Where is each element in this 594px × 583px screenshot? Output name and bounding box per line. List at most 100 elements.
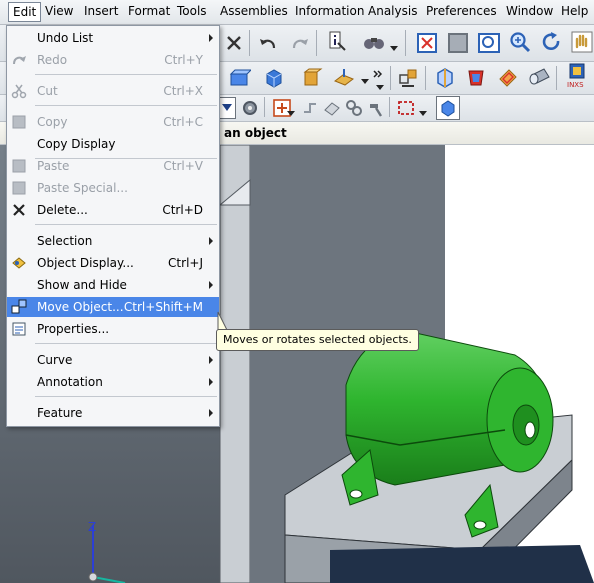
menu-item-label: Redo — [37, 53, 68, 67]
menu-item-feature[interactable]: Feature — [7, 403, 219, 423]
menu-preferences[interactable]: Preferences — [425, 4, 498, 18]
cube-feature-icon[interactable] — [262, 66, 286, 90]
hammer-icon[interactable] — [364, 96, 388, 120]
zoom-window-icon[interactable] — [446, 31, 470, 55]
menu-insert[interactable]: Insert — [83, 4, 119, 18]
eraser-icon[interactable] — [320, 96, 344, 120]
menu-item-shortcut: Ctrl+X — [163, 84, 203, 98]
redo-icon[interactable] — [288, 31, 312, 55]
tooltip: Moves or rotates selected objects. — [216, 329, 419, 351]
cylinder-icon[interactable] — [527, 66, 551, 90]
fit-view-icon[interactable] — [415, 31, 439, 55]
menu-item-label: Curve — [37, 353, 73, 367]
properties-icon — [11, 321, 27, 337]
menu-item-label: Cut — [37, 84, 58, 98]
menu-separator — [35, 396, 217, 397]
nx-export-icon[interactable]: INXS — [565, 63, 589, 89]
menu-assemblies[interactable]: Assemblies — [219, 4, 289, 18]
menu-item-label: Show and Hide — [37, 278, 127, 292]
menu-item-label: Undo List — [37, 31, 94, 45]
menu-item-label: Selection — [37, 234, 93, 248]
menu-item-undo-list[interactable]: Undo List — [7, 28, 219, 48]
menu-item-move-object[interactable]: Move Object... Ctrl+Shift+M — [7, 297, 219, 317]
toolbar-separator — [316, 30, 317, 56]
menu-item-label: Move Object... — [37, 300, 124, 314]
pan-hand-icon[interactable] — [570, 30, 594, 54]
snap-arrow-icon[interactable] — [298, 96, 322, 120]
cue-line-text: an object — [224, 126, 287, 140]
menu-item-label: Copy Display — [37, 137, 116, 151]
scissors-icon — [11, 83, 27, 99]
menu-item-shortcut: Ctrl+Y — [164, 53, 203, 67]
rotate-view-icon[interactable] — [539, 30, 563, 54]
menu-item-shortcut: Ctrl+D — [162, 203, 203, 217]
object-display-icon — [11, 255, 27, 271]
rectangle-select-icon[interactable] — [394, 96, 418, 120]
menu-separator — [35, 74, 217, 75]
menu-window[interactable]: Window — [505, 4, 554, 18]
menu-item-paste-special[interactable]: Paste Special... — [7, 178, 219, 198]
menu-item-paste[interactable]: Paste Ctrl+V — [7, 156, 219, 176]
zoom-box-icon[interactable] — [477, 31, 501, 55]
menu-item-label: Delete... — [37, 203, 88, 217]
menu-item-selection[interactable]: Selection — [7, 231, 219, 251]
menu-item-delete[interactable]: Delete... Ctrl+D — [7, 200, 219, 220]
menu-information[interactable]: Information — [294, 4, 365, 18]
toolbar-separator — [556, 66, 557, 90]
menu-item-shortcut: Ctrl+J — [168, 256, 203, 270]
filter-dropdown-icon[interactable] — [218, 97, 236, 119]
menu-item-curve[interactable]: Curve — [7, 350, 219, 370]
delete-tool-icon[interactable] — [222, 31, 246, 55]
menu-item-object-display[interactable]: Object Display... Ctrl+J — [7, 253, 219, 273]
binoculars-dropdown-icon[interactable] — [389, 37, 399, 61]
undo-icon[interactable] — [256, 31, 280, 55]
menu-separator — [35, 343, 217, 344]
sketch-icon[interactable] — [396, 66, 420, 90]
menu-item-redo[interactable]: Redo Ctrl+Y — [7, 50, 219, 70]
datum-dropdown-icon[interactable] — [360, 70, 370, 94]
menu-bar: Edit View Insert Format Tools Assemblies… — [0, 0, 594, 25]
shell-icon[interactable] — [464, 66, 488, 90]
fixture-wall-face — [219, 145, 251, 583]
menu-view[interactable]: View — [44, 4, 74, 18]
binoculars-icon[interactable] — [362, 31, 386, 55]
link-icon[interactable] — [342, 96, 366, 120]
submenu-arrow-icon — [209, 34, 213, 42]
menu-edit[interactable]: Edit — [8, 2, 42, 22]
wireframe-block-icon[interactable] — [433, 66, 457, 90]
edit-menu: Undo List Redo Ctrl+Y Cut Ctrl+X Copy Ct… — [6, 25, 220, 427]
snap-settings-icon[interactable] — [238, 96, 262, 120]
toolbar-separator — [425, 66, 426, 90]
menu-item-show-and-hide[interactable]: Show and Hide — [7, 275, 219, 295]
toolbar-separator — [249, 30, 250, 56]
menu-tools[interactable]: Tools — [176, 4, 208, 18]
menu-item-label: Paste Special... — [37, 181, 128, 195]
menu-analysis[interactable]: Analysis — [367, 4, 418, 18]
menu-item-copy-display[interactable]: Copy Display — [7, 134, 219, 154]
menu-item-shortcut: Ctrl+Shift+M — [123, 300, 203, 314]
menu-format[interactable]: Format — [127, 4, 171, 18]
zoom-icon[interactable] — [508, 30, 532, 54]
delete-x-icon — [11, 202, 27, 218]
menu-item-shortcut: Ctrl+V — [163, 159, 203, 173]
menu-item-annotation[interactable]: Annotation — [7, 372, 219, 392]
copy-icon — [11, 114, 27, 130]
view-cube-icon[interactable] — [436, 96, 460, 120]
edge-blend-icon[interactable] — [496, 66, 520, 90]
menu-item-label: Properties... — [37, 322, 110, 336]
datum-plane-icon[interactable] — [332, 66, 356, 90]
menu-separator — [35, 224, 217, 225]
block-feature-icon[interactable] — [228, 66, 252, 90]
toolbar-separator — [405, 30, 406, 56]
paste-special-icon — [11, 180, 27, 196]
submenu-arrow-icon — [209, 409, 213, 417]
menu-item-cut[interactable]: Cut Ctrl+X — [7, 81, 219, 101]
menu-item-label: Paste — [37, 159, 70, 173]
extrude-icon[interactable] — [300, 66, 324, 90]
triad-z-label: Z — [88, 520, 96, 534]
menu-help[interactable]: Help — [560, 4, 589, 18]
menu-item-copy[interactable]: Copy Ctrl+C — [7, 112, 219, 132]
information-tool-icon[interactable] — [325, 30, 349, 54]
menu-item-properties[interactable]: Properties... — [7, 319, 219, 339]
triad-origin — [88, 572, 98, 582]
